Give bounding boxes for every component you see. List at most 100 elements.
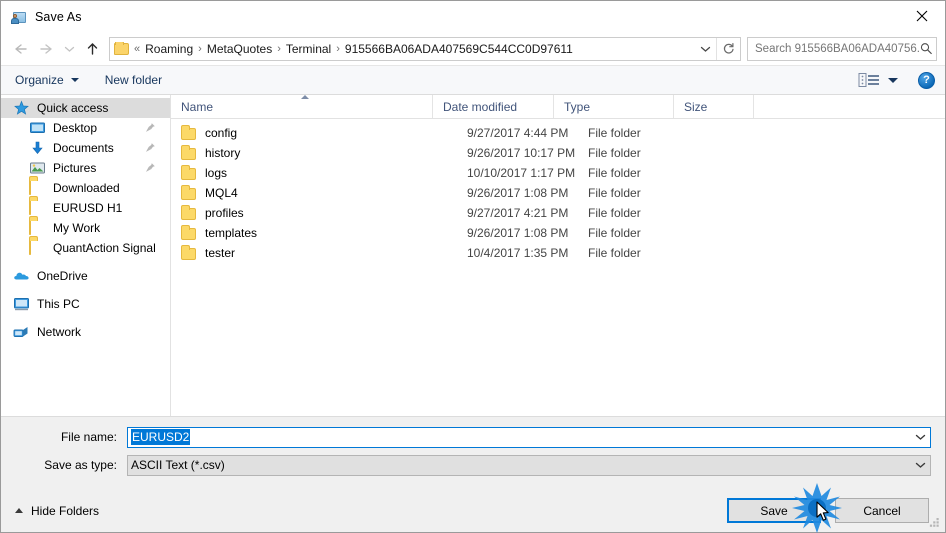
sidebar-item-this-pc[interactable]: This PC — [1, 294, 170, 314]
table-row[interactable]: profiles 9/27/2017 4:21 PM File folder — [171, 203, 945, 223]
organize-button[interactable]: Organize — [15, 73, 79, 87]
file-list: Name Date modified Type Size config 9/27… — [171, 95, 945, 416]
help-label: ? — [923, 73, 930, 86]
save-label: Save — [760, 503, 788, 518]
download-icon — [29, 140, 46, 156]
pin-icon[interactable] — [145, 162, 156, 173]
file-date-cell: 10/4/2017 1:35 PM — [467, 246, 569, 260]
save-fields: File name: EURUSD2 Save as type: ASCII T… — [1, 416, 945, 489]
table-row[interactable]: tester 10/4/2017 1:35 PM File folder — [171, 243, 945, 263]
save-as-type-chevron-down-icon[interactable] — [910, 456, 930, 475]
column-header-date-modified[interactable]: Date modified — [433, 95, 554, 118]
file-size-cell — [708, 143, 788, 163]
save-as-type-value: ASCII Text (*.csv) — [131, 458, 225, 472]
file-name-cell: MQL4 — [205, 186, 238, 200]
column-header-label: Date modified — [443, 99, 518, 114]
dialog-footer: Hide Folders Save Cancel — [1, 489, 945, 532]
cancel-label: Cancel — [863, 503, 901, 518]
view-chevron-down-icon[interactable] — [888, 77, 898, 83]
breadcrumb-separator: › — [198, 42, 202, 55]
sidebar-item-network[interactable]: Network — [1, 322, 170, 342]
file-size-cell — [708, 183, 788, 203]
cancel-button[interactable]: Cancel — [835, 498, 929, 523]
file-type-cell: File folder — [588, 246, 641, 260]
new-folder-button[interactable]: New folder — [105, 73, 162, 87]
table-row[interactable]: config 9/27/2017 4:44 PM File folder — [171, 123, 945, 143]
recent-locations-chevron-down-icon[interactable] — [59, 36, 79, 62]
title-bar: Save As — [1, 1, 945, 32]
sidebar-item-onedrive[interactable]: OneDrive — [1, 266, 170, 286]
table-row[interactable]: logs 10/10/2017 1:17 PM File folder — [171, 163, 945, 183]
table-row[interactable]: templates 9/26/2017 1:08 PM File folder — [171, 223, 945, 243]
toolbar: Organize New folder ? — [1, 65, 945, 95]
help-icon[interactable]: ? — [918, 71, 935, 89]
sidebar-item-label: This PC — [37, 297, 80, 311]
file-size-cell — [708, 163, 788, 183]
file-size-cell — [708, 203, 788, 223]
view-layout-icon[interactable] — [858, 72, 880, 88]
breadcrumb-separator: › — [277, 42, 281, 55]
table-row[interactable]: history 9/26/2017 10:17 PM File folder — [171, 143, 945, 163]
file-date-cell: 10/10/2017 1:17 PM — [467, 166, 576, 180]
column-header-label: Name — [181, 99, 214, 114]
table-row[interactable]: MQL4 9/26/2017 1:08 PM File folder — [171, 183, 945, 203]
breadcrumb: « Roaming › MetaQuotes › Terminal › 9155… — [110, 41, 694, 56]
hide-folders-button[interactable]: Hide Folders — [15, 504, 99, 518]
file-size-cell — [708, 223, 788, 243]
folder-icon — [29, 179, 46, 196]
sidebar-item-label: Quick access — [37, 101, 109, 115]
sidebar-item-label: My Work — [53, 221, 101, 235]
address-bar[interactable]: « Roaming › MetaQuotes › Terminal › 9155… — [109, 36, 741, 61]
sidebar-item-downloaded[interactable]: Downloaded — [1, 178, 170, 198]
sidebar-item-documents[interactable]: Documents — [1, 138, 170, 158]
refresh-icon[interactable] — [716, 37, 740, 60]
folder-icon — [29, 239, 46, 256]
save-as-type-row: Save as type: ASCII Text (*.csv) — [15, 454, 931, 476]
column-header-label: Type — [564, 99, 591, 114]
save-button[interactable]: Save — [727, 498, 821, 523]
breadcrumb-item-metaquotes[interactable]: MetaQuotes — [204, 42, 275, 56]
address-bar-chevron-down-icon[interactable] — [694, 38, 716, 60]
pin-icon[interactable] — [145, 142, 156, 153]
folder-icon — [181, 185, 196, 200]
resize-grip-icon[interactable] — [928, 516, 941, 529]
file-rows: config 9/27/2017 4:44 PM File folder his… — [171, 119, 945, 416]
arrow-right-icon[interactable] — [33, 36, 59, 62]
sidebar-item-my-work[interactable]: My Work — [1, 218, 170, 238]
column-header-size[interactable]: Size — [674, 95, 754, 118]
file-name-chevron-down-icon[interactable] — [910, 428, 930, 447]
pin-icon[interactable] — [145, 122, 156, 133]
file-date-cell: 9/26/2017 1:08 PM — [467, 186, 569, 200]
folder-icon — [181, 245, 196, 260]
breadcrumb-separator: › — [336, 42, 340, 55]
breadcrumb-item-terminal[interactable]: Terminal — [283, 42, 334, 56]
desktop-icon — [29, 120, 46, 136]
column-header-row: Name Date modified Type Size — [171, 95, 945, 119]
sidebar-item-pictures[interactable]: Pictures — [1, 158, 170, 178]
arrow-left-icon[interactable] — [7, 36, 33, 62]
file-name-input[interactable]: EURUSD2 — [127, 426, 931, 448]
arrow-up-icon[interactable] — [79, 36, 105, 62]
close-icon[interactable] — [899, 1, 945, 31]
breadcrumb-item-roaming[interactable]: Roaming — [142, 42, 196, 56]
column-header-type[interactable]: Type — [554, 95, 674, 118]
sidebar-item-label: OneDrive — [37, 269, 88, 283]
file-name-cell: logs — [205, 166, 228, 180]
file-type-cell: File folder — [588, 226, 641, 240]
sidebar-item-label: QuantAction Signal — [53, 241, 156, 255]
star-icon — [13, 100, 30, 116]
file-name-cell: tester — [205, 246, 236, 260]
computer-icon — [13, 296, 30, 312]
sidebar-item-quick-access[interactable]: Quick access — [1, 98, 170, 118]
breadcrumb-item-terminal-id[interactable]: 915566BA06ADA407569C544CC0D97611 — [342, 42, 576, 56]
column-header-filler — [754, 95, 945, 118]
column-header-name[interactable]: Name — [171, 95, 433, 118]
search-input[interactable]: Search 915566BA06ADA40756... — [747, 36, 937, 61]
navigation-bar: « Roaming › MetaQuotes › Terminal › 9155… — [1, 32, 945, 65]
file-type-cell: File folder — [588, 186, 641, 200]
sidebar-item-eurusd-h1[interactable]: EURUSD H1 — [1, 198, 170, 218]
sidebar-item-desktop[interactable]: Desktop — [1, 118, 170, 138]
sidebar-item-quantaction-signal[interactable]: QuantAction Signal — [1, 238, 170, 258]
save-as-type-select[interactable]: ASCII Text (*.csv) — [127, 454, 931, 476]
sidebar-item-label: Network — [37, 325, 82, 339]
